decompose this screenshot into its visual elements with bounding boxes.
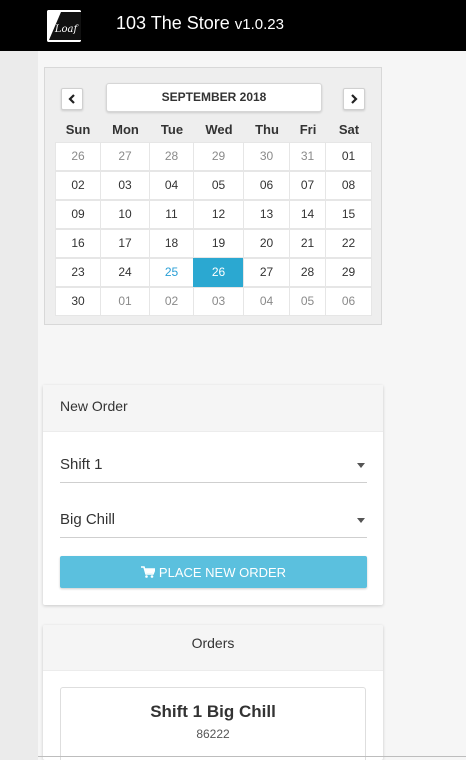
- order-name: Shift 1 Big Chill: [150, 702, 276, 721]
- left-strip: [0, 51, 38, 760]
- weekday-label: Sat: [338, 122, 360, 137]
- calendar-day[interactable]: 09: [55, 200, 101, 229]
- new-order-header: New Order: [43, 385, 383, 432]
- calendar-day[interactable]: 16: [55, 229, 101, 258]
- calendar-day[interactable]: 02: [149, 287, 194, 316]
- chevron-left-icon: [68, 94, 75, 104]
- calendar-day[interactable]: 15: [325, 200, 372, 229]
- app-version: v1.0.23: [234, 16, 284, 33]
- shift-select-value: Shift 1: [60, 456, 103, 473]
- next-month-button[interactable]: [343, 88, 365, 110]
- order-id: 86222: [196, 727, 230, 741]
- shift-select[interactable]: Shift 1: [60, 449, 367, 483]
- calendar-day[interactable]: 30: [243, 142, 290, 171]
- chevron-right-icon: [351, 94, 358, 104]
- calendar-week: 16 17 18 19 20 21 22: [55, 229, 372, 258]
- top-bar: Loaf 103 The Store v1.0.23: [0, 0, 466, 51]
- calendar-day[interactable]: 29: [193, 142, 244, 171]
- product-select-value: Big Chill: [60, 511, 116, 528]
- calendar-week: 30 01 02 03 04 05 06: [55, 287, 372, 316]
- calendar-day[interactable]: 31: [289, 142, 326, 171]
- calendar-day[interactable]: 25: [149, 258, 194, 287]
- calendar-day[interactable]: 01: [100, 287, 150, 316]
- calendar-day[interactable]: 03: [193, 287, 244, 316]
- calendar-day[interactable]: 21: [289, 229, 326, 258]
- store-logo: Loaf: [47, 10, 81, 42]
- weekday-label: Thu: [255, 122, 279, 137]
- calendar-day[interactable]: 22: [325, 229, 372, 258]
- calendar-day[interactable]: 07: [289, 171, 326, 200]
- calendar-day[interactable]: 27: [243, 258, 290, 287]
- weekday-label: Fri: [299, 122, 317, 137]
- calendar-day[interactable]: 23: [55, 258, 101, 287]
- weekday-label: Mon: [112, 122, 139, 137]
- calendar-day[interactable]: 10: [100, 200, 150, 229]
- product-select[interactable]: Big Chill: [60, 504, 367, 538]
- caret-down-icon: [357, 463, 365, 468]
- calendar-day[interactable]: 28: [149, 142, 194, 171]
- calendar-day[interactable]: 13: [243, 200, 290, 229]
- app-name: 103 The Store: [116, 13, 230, 33]
- caret-down-icon: [357, 518, 365, 523]
- calendar-day[interactable]: 18: [149, 229, 194, 258]
- calendar-day[interactable]: 06: [325, 287, 372, 316]
- prev-month-button[interactable]: [61, 88, 83, 110]
- calendar-day[interactable]: 14: [289, 200, 326, 229]
- divider: [38, 756, 466, 757]
- calendar-day[interactable]: 05: [193, 171, 244, 200]
- weekday-label: Wed: [205, 122, 233, 137]
- calendar-day[interactable]: 26: [193, 258, 244, 287]
- calendar-week: 02 03 04 05 06 07 08: [55, 171, 372, 200]
- calendar-week: 23 24 25 26 27 28 29: [55, 258, 372, 287]
- calendar-week: 09 10 11 12 13 14 15: [55, 200, 372, 229]
- calendar-day[interactable]: 08: [325, 171, 372, 200]
- orders-card: Orders Shift 1 Big Chill 86222: [43, 625, 383, 760]
- calendar-day[interactable]: 19: [193, 229, 244, 258]
- svg-text:Loaf: Loaf: [54, 24, 80, 35]
- calendar-day[interactable]: 02: [55, 171, 101, 200]
- calendar-day[interactable]: 30: [55, 287, 101, 316]
- calendar-day[interactable]: 24: [100, 258, 150, 287]
- calendar-day[interactable]: 06: [243, 171, 290, 200]
- calendar-day[interactable]: 11: [149, 200, 194, 229]
- calendar-day[interactable]: 28: [289, 258, 326, 287]
- cart-icon: [140, 566, 155, 578]
- calendar-day[interactable]: 17: [100, 229, 150, 258]
- calendar-day[interactable]: 05: [289, 287, 326, 316]
- order-item[interactable]: Shift 1 Big Chill 86222: [60, 687, 366, 760]
- new-order-card: New Order Shift 1 Big Chill PLACE NEW OR…: [43, 385, 383, 605]
- place-new-order-button[interactable]: PLACE NEW ORDER: [60, 556, 367, 588]
- calendar-day[interactable]: 26: [55, 142, 101, 171]
- calendar-day[interactable]: 01: [325, 142, 372, 171]
- weekday-header: Sun Mon Tue Wed Thu Fri Sat: [55, 122, 372, 140]
- day-grid: 26 27 28 29 30 31 01 02 03 04 05 06 07 08 09 10 11 12 13 14…: [55, 142, 372, 316]
- calendar-day[interactable]: 04: [149, 171, 194, 200]
- weekday-label: Sun: [65, 122, 91, 137]
- weekday-label: Tue: [160, 122, 184, 137]
- new-order-title: New Order: [60, 398, 128, 414]
- calendar-day[interactable]: 20: [243, 229, 290, 258]
- calendar-day[interactable]: 12: [193, 200, 244, 229]
- orders-header: Orders: [43, 625, 383, 671]
- calendar-day[interactable]: 04: [243, 287, 290, 316]
- calendar-day[interactable]: 27: [100, 142, 150, 171]
- place-new-order-label: PLACE NEW ORDER: [158, 564, 287, 580]
- calendar-day[interactable]: 29: [325, 258, 372, 287]
- month-label-button[interactable]: SEPTEMBER 2018: [106, 83, 322, 112]
- app-title: 103 The Store v1.0.23: [116, 13, 284, 34]
- calendar: SEPTEMBER 2018 Sun Mon Tue Wed Thu Fri Sat 26 2…: [44, 67, 382, 325]
- calendar-day[interactable]: 03: [100, 171, 150, 200]
- calendar-week: 26 27 28 29 30 31 01: [55, 142, 372, 171]
